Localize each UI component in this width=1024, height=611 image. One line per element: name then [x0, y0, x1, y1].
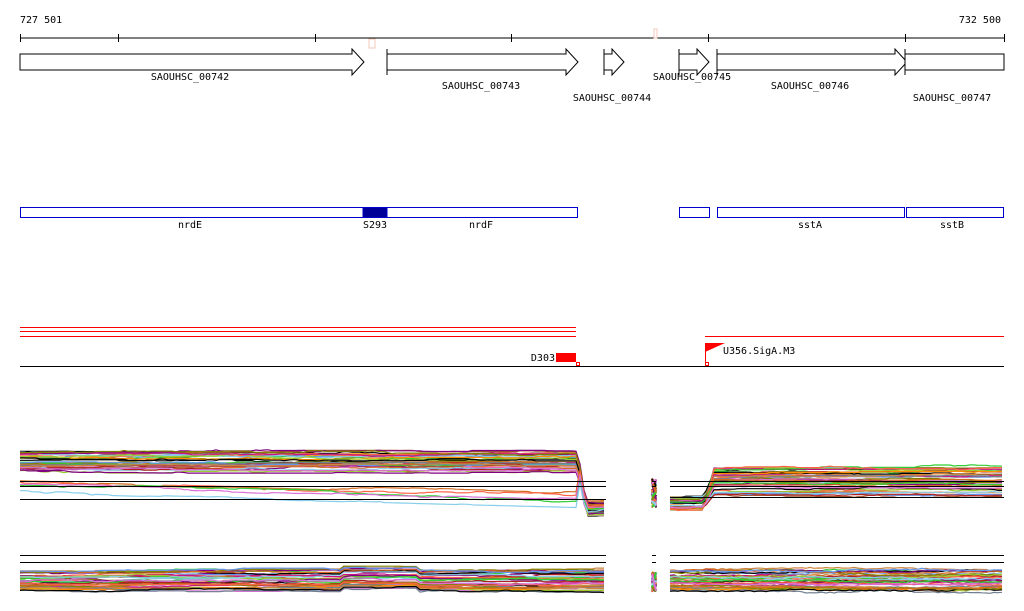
annotation-track: nrdE S293 nrdF sstA sstB — [20, 207, 1004, 231]
expression-trace — [19, 469, 604, 515]
annotation-label: nrdF — [469, 220, 493, 231]
feature-handle[interactable] — [705, 362, 709, 366]
annotation-label: sstA — [798, 220, 822, 231]
gene-label: SAOUHSC_00744 — [573, 93, 651, 104]
annotation-box[interactable] — [679, 207, 710, 218]
feature-label-right: U356.SigA.M3 — [723, 346, 795, 357]
gene-label: SAOUHSC_00747 — [913, 93, 991, 104]
feature-label-left: D303 — [531, 353, 555, 364]
annotation-label: nrdE — [178, 220, 202, 231]
gene-SAOUHSC_00742[interactable]: SAOUHSC_00742 — [19, 47, 365, 83]
ruler-start-label: 727 501 — [20, 15, 62, 26]
gene-SAOUHSC_00746[interactable]: SAOUHSC_00746 — [716, 47, 908, 92]
marker[interactable] — [653, 28, 658, 39]
gene-label: SAOUHSC_00743 — [442, 81, 520, 92]
annotation-label: sstB — [940, 220, 964, 231]
genome-browser-view: 727 501 732 500 SAOUHSC_00742 SAOUHSC_00… — [19, 15, 1005, 594]
annotation-sstA[interactable] — [717, 207, 905, 218]
annotation-S293[interactable] — [362, 207, 388, 218]
expression-track-1 — [19, 449, 1004, 517]
gene-label: SAOUHSC_00745 — [653, 72, 731, 83]
gene-label: SAOUHSC_00742 — [151, 72, 229, 83]
ruler: 727 501 732 500 — [20, 15, 1005, 49]
gene-SAOUHSC_00744[interactable]: SAOUHSC_00744 — [573, 47, 651, 104]
gene-SAOUHSC_00743[interactable]: SAOUHSC_00743 — [386, 47, 579, 92]
expression-trace — [670, 494, 1003, 504]
marker[interactable] — [368, 38, 376, 49]
gene-SAOUHSC_00747[interactable]: SAOUHSC_00747 — [904, 49, 1005, 104]
feature-handle[interactable] — [576, 362, 580, 366]
annotation-nrdE-nrdF[interactable] — [20, 207, 578, 218]
promoter-flag-icon[interactable] — [705, 343, 725, 352]
feature-track: D303 U356.SigA.M3 — [20, 327, 1004, 367]
ruler-end-label: 732 500 — [959, 15, 1001, 26]
expression-trace — [670, 492, 1003, 509]
expression-track-2 — [19, 555, 1004, 594]
annotation-sstB[interactable] — [906, 207, 1004, 218]
gene-label: SAOUHSC_00746 — [771, 81, 849, 92]
terminator-D303[interactable] — [556, 353, 576, 362]
gene-track: SAOUHSC_00742 SAOUHSC_00743 SAOUHSC_0074… — [19, 47, 1005, 104]
annotation-label: S293 — [363, 220, 387, 231]
